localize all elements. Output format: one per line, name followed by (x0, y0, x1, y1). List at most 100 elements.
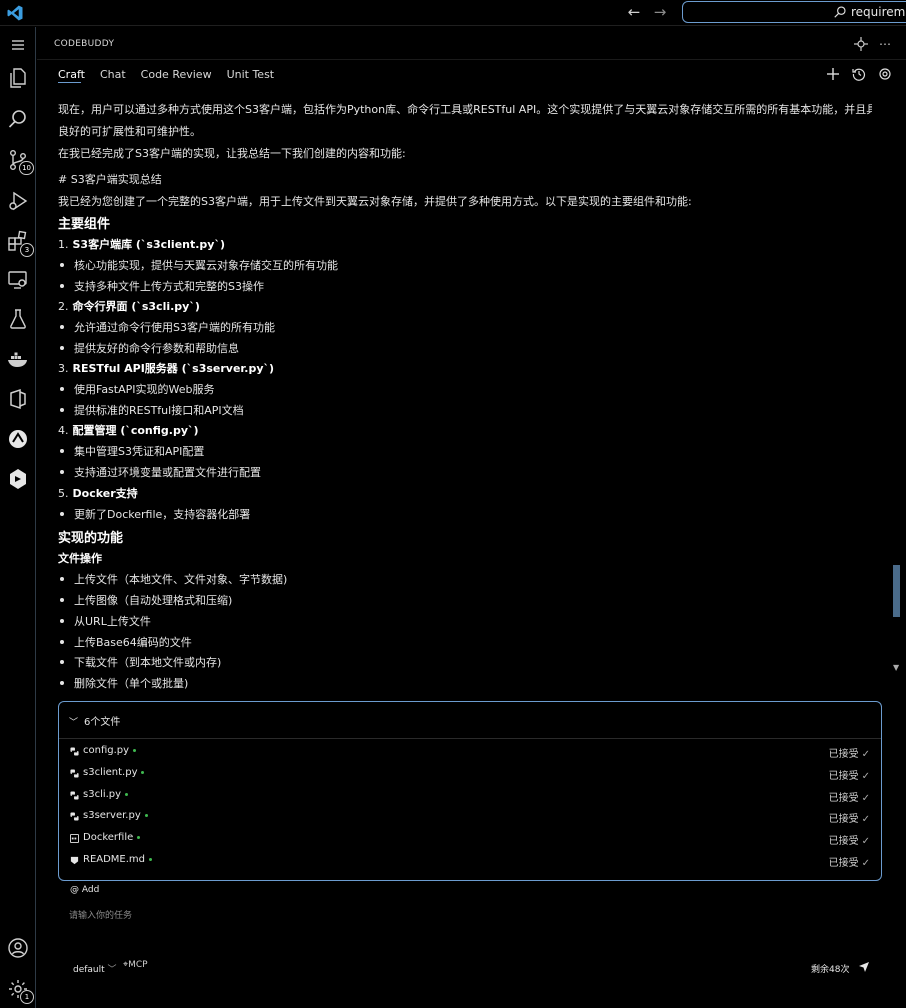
file-name-text: README.md (83, 854, 146, 865)
explorer-icon[interactable] (6, 66, 30, 90)
item-number: 3. (58, 362, 69, 375)
model-selector[interactable]: default ﹀ (73, 962, 117, 975)
changed-files-panel: ﹀ 6个文件 config.py 已接受 ✓ s3client.py 已接受 ✓ s3cli.… (58, 701, 882, 881)
source-control-icon[interactable]: 10 (6, 148, 34, 175)
list-item: 支持通过环境变量或配置文件进行配置 (58, 464, 261, 480)
file-row[interactable]: config.py 已接受 ✓ (70, 745, 870, 761)
history-icon[interactable] (852, 67, 866, 81)
list-item: 上传文件（本地文件、文件对象、字节数据) (58, 571, 287, 587)
accept-status-text: 已接受 (828, 814, 859, 825)
codebuddy-icon[interactable] (6, 427, 30, 451)
tab-code-review[interactable]: Code Review (141, 68, 212, 85)
file-name-text: config.py (83, 745, 130, 756)
chat-scrollbar[interactable] (893, 565, 900, 617)
check-icon: ✓ (861, 814, 870, 825)
item-number: 2. (58, 300, 69, 313)
files-header[interactable]: ﹀ 6个文件 (69, 713, 120, 728)
tab-unit-test[interactable]: Unit Test (227, 68, 275, 85)
accept-status: 已接受 ✓ (829, 810, 870, 825)
python-file-icon (70, 791, 79, 800)
task-input-area: @ Add default ﹀ ⌖MCP 剩余48次 (58, 880, 882, 990)
modified-dot (149, 857, 153, 861)
title-bar: ← → requireme (0, 0, 906, 26)
new-chat-icon[interactable] (826, 67, 840, 81)
list-item: 允许通过命令行使用S3客户端的所有功能 (58, 319, 275, 335)
item-title: RESTful API服务器 (`s3server.py`) (72, 362, 275, 375)
check-icon: ✓ (861, 836, 870, 847)
send-icon[interactable] (858, 960, 870, 972)
list-item: 上传Base64编码的文件 (58, 634, 192, 650)
search-icon[interactable] (6, 107, 30, 131)
list-item: 删除文件（单个或批量) (58, 675, 188, 691)
message-paragraph: 现在，用户可以通过多种方式使用这个S3客户端，包括作为Python库、命令行工具… (58, 103, 872, 116)
numbered-item: 5. Docker支持 (58, 485, 138, 501)
item-title: Docker支持 (72, 487, 138, 500)
item-number: 1. (58, 238, 69, 251)
python-file-icon (70, 769, 79, 778)
account-icon[interactable] (6, 936, 30, 960)
section-heading: 实现的功能 (58, 531, 124, 546)
section-heading: 主要组件 (58, 217, 111, 232)
file-row[interactable]: Dockerfile 已接受 ✓ (70, 832, 870, 848)
command-center[interactable]: requireme (682, 1, 906, 23)
message-paragraph: # S3客户端实现总结 (58, 173, 162, 186)
settings-badge: 1 (20, 990, 34, 1004)
file-row[interactable]: s3cli.py 已接受 ✓ (70, 789, 870, 805)
tab-chat[interactable]: Chat (100, 68, 126, 85)
chat-messages: 现在，用户可以通过多种方式使用这个S3客户端，包括作为Python库、命令行工具… (58, 101, 872, 705)
arrow-right-icon[interactable]: → (652, 4, 668, 20)
settings-icon[interactable] (878, 67, 892, 81)
file-name: s3client.py (83, 767, 145, 778)
command-center-text: requireme (851, 5, 906, 19)
file-name-text: s3client.py (83, 767, 138, 778)
extensions-icon[interactable]: 3 (6, 230, 34, 257)
panel-tabs: Craft Chat Code Review Unit Test (58, 68, 274, 85)
subsection-heading: 文件操作 (58, 552, 102, 565)
item-title: S3客户端库 (`s3client.py`) (72, 238, 226, 251)
message-paragraph: 我已经为您创建了一个完整的S3客户端，用于上传文件到天翼云对象存储，并提供了多种… (58, 195, 692, 208)
office-icon[interactable] (6, 387, 30, 411)
active-tab-indicator (58, 82, 81, 83)
menu-icon[interactable] (6, 33, 30, 57)
list-item: 上传图像（自动处理格式和压缩) (58, 592, 232, 608)
accept-status: 已接受 ✓ (829, 832, 870, 847)
codebuddy-panel: CODEBUDDY ⋯ Craft Chat Code Review Unit … (37, 27, 906, 1008)
numbered-item: 4. 配置管理 (`config.py`) (58, 422, 199, 438)
extensions-badge: 3 (20, 243, 34, 257)
list-item: 下载文件（到本地文件或内存) (58, 654, 221, 670)
list-item: 支持多种文件上传方式和完整的S3操作 (58, 278, 264, 294)
search-icon (833, 5, 847, 19)
add-context-button[interactable]: @ Add (70, 885, 99, 895)
accept-status-text: 已接受 (828, 749, 859, 760)
docker-file-icon (70, 834, 79, 843)
file-row[interactable]: s3server.py 已接受 ✓ (70, 810, 870, 826)
file-row[interactable]: s3client.py 已接受 ✓ (70, 767, 870, 783)
testing-icon[interactable] (6, 307, 30, 331)
mcp-button[interactable]: ⌖MCP (123, 960, 148, 970)
modified-dot (144, 813, 148, 817)
accept-status-text: 已接受 (828, 771, 859, 782)
arrow-left-icon[interactable]: ← (626, 4, 642, 20)
task-input[interactable] (69, 907, 849, 925)
docker-icon[interactable] (6, 347, 30, 371)
file-name: s3cli.py (83, 789, 129, 800)
gear-icon[interactable]: 1 (6, 977, 34, 1004)
mcp-label: MCP (128, 960, 148, 970)
file-row[interactable]: README.md 已接受 ✓ (70, 854, 870, 870)
crosshair-icon[interactable] (854, 37, 868, 51)
activity-bar: 10 3 1 (0, 27, 36, 1008)
python-file-icon (70, 812, 79, 821)
check-icon: ✓ (861, 793, 870, 804)
accept-status-text: 已接受 (828, 793, 859, 804)
files-count: 6个文件 (84, 717, 121, 728)
more-options-icon[interactable]: ⋯ (878, 37, 892, 51)
chevron-down-icon: ﹀ (107, 965, 117, 975)
file-name-text: Dockerfile (83, 832, 134, 843)
modified-dot (137, 835, 141, 839)
plugin-icon[interactable] (6, 467, 30, 491)
remote-explorer-icon[interactable] (6, 268, 30, 292)
run-debug-icon[interactable] (6, 189, 30, 213)
scroll-down-icon[interactable]: ▼ (893, 663, 899, 672)
list-item: 更新了Dockerfile，支持容器化部署 (58, 506, 250, 522)
accept-status-text: 已接受 (828, 858, 859, 869)
